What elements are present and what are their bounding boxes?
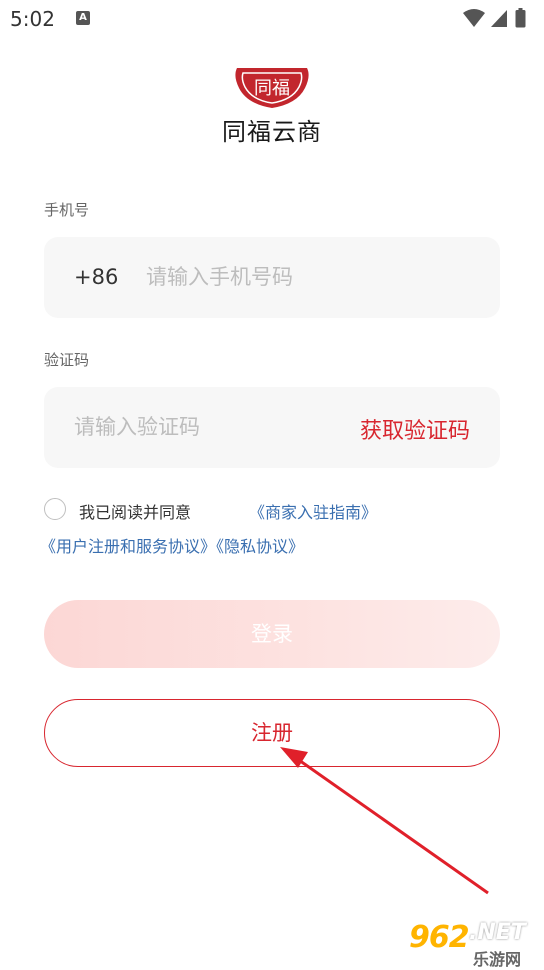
- country-code[interactable]: +86: [74, 265, 118, 289]
- watermark-cn: 乐游网: [473, 950, 522, 969]
- login-button[interactable]: 登录: [44, 600, 500, 668]
- status-time: 5:02: [10, 7, 55, 31]
- cellular-signal-icon: [491, 10, 507, 27]
- merchant-guide-link[interactable]: 《商家入驻指南》: [249, 499, 377, 523]
- code-input[interactable]: [74, 407, 334, 447]
- phone-label: 手机号: [44, 201, 90, 219]
- user-agreement-link[interactable]: 《用户注册和服务协议》: [40, 537, 216, 556]
- agree-prefix-text: 我已阅读并同意: [79, 503, 192, 522]
- wifi-icon: [463, 9, 485, 27]
- agree-checkbox[interactable]: [44, 498, 66, 520]
- watermark: 962 .NET 乐游网: [407, 918, 544, 969]
- code-field: 获取验证码: [44, 387, 500, 468]
- battery-icon: [515, 8, 526, 28]
- app-logo: 同福 同福云商: [207, 64, 337, 146]
- brand-name: 同福云商: [222, 118, 322, 146]
- register-button[interactable]: 注册: [44, 699, 500, 767]
- agreement-row: 我已阅读并同意 《商家入驻指南》: [44, 498, 524, 524]
- seal-text: 同福: [254, 78, 290, 99]
- seal-logo-icon: 同福: [235, 68, 309, 108]
- watermark-suffix: .NET: [469, 920, 526, 945]
- status-bar: 5:02 A: [0, 0, 544, 38]
- phone-input[interactable]: [146, 257, 476, 297]
- get-code-button[interactable]: 获取验证码: [360, 413, 470, 445]
- code-label: 验证码: [44, 351, 90, 369]
- agreement-row-2: 《用户注册和服务协议》《隐私协议》: [40, 533, 304, 557]
- phone-field: +86: [44, 237, 500, 318]
- privacy-agreement-link[interactable]: 《隐私协议》: [216, 537, 304, 556]
- notification-icon: A: [76, 11, 90, 25]
- watermark-number: 962: [409, 920, 470, 955]
